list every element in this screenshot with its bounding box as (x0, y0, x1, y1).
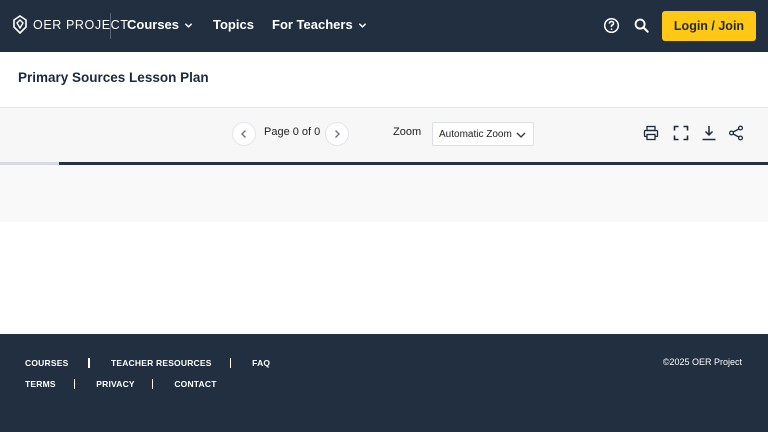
chevron-down-icon (358, 23, 366, 28)
chevron-right-icon (335, 130, 340, 138)
pdf-viewer-toolbar: Page 0 of 0 Zoom Automatic Zoom (0, 107, 768, 163)
share-icon[interactable] (728, 125, 744, 141)
search-icon[interactable] (633, 17, 650, 34)
zoom-select[interactable]: Automatic Zoom (432, 122, 534, 146)
footer-link-contact[interactable]: CONTACT (174, 379, 216, 389)
footer-link-courses[interactable]: COURSES (25, 358, 68, 368)
login-join-button[interactable]: Login / Join (662, 11, 756, 41)
footer-link-teacher-resources[interactable]: TEACHER RESOURCES (111, 358, 212, 368)
page-indicator: Page 0 of 0 (264, 126, 321, 138)
zoom-label: Zoom (393, 126, 422, 138)
footer-link-terms[interactable]: TERMS (25, 379, 56, 389)
next-page-button[interactable] (325, 122, 349, 146)
nav-for-teachers[interactable]: For Teachers (272, 17, 367, 32)
previous-page-button[interactable] (232, 122, 256, 146)
nav-topics[interactable]: Topics (213, 17, 254, 32)
footer-link-faq[interactable]: FAQ (252, 358, 270, 368)
nav-topics-label: Topics (213, 17, 254, 32)
footer-separator (229, 358, 232, 368)
copyright-text: ©2025 OER Project (662, 357, 742, 367)
nav-for-teachers-label: For Teachers (272, 17, 353, 32)
footer-link-privacy[interactable]: PRIVACY (96, 379, 135, 389)
fullscreen-icon[interactable] (673, 125, 689, 141)
oer-project-logo[interactable]: OER PROJECT (12, 15, 129, 35)
document-viewer-area[interactable] (0, 165, 768, 222)
nav-courses-label: Courses (127, 17, 180, 32)
logo-text: OER PROJECT (33, 18, 129, 32)
chevron-down-icon (184, 23, 193, 28)
zoom-select-value: Automatic Zoom (439, 128, 512, 140)
top-navigation-bar: OER PROJECT Courses Topics For Teachers … (0, 0, 768, 52)
download-icon[interactable] (701, 125, 717, 141)
footer-separator (88, 358, 90, 368)
footer-separator (151, 379, 154, 389)
footer-separator (73, 379, 76, 389)
print-icon[interactable] (643, 125, 659, 141)
oer-logo-icon (13, 15, 27, 35)
chevron-down-icon (516, 132, 526, 138)
nav-divider (110, 13, 111, 39)
nav-courses[interactable]: Courses (127, 17, 193, 32)
site-footer: COURSES TEACHER RESOURCES FAQ TERMS PRIV… (0, 334, 768, 432)
chevron-left-icon (241, 130, 246, 138)
page-title: Primary Sources Lesson Plan (18, 70, 209, 85)
footer-links-primary: COURSES TEACHER RESOURCES FAQ (25, 358, 270, 368)
footer-links-legal: TERMS PRIVACY CONTACT (25, 379, 217, 389)
help-icon[interactable] (603, 17, 620, 34)
